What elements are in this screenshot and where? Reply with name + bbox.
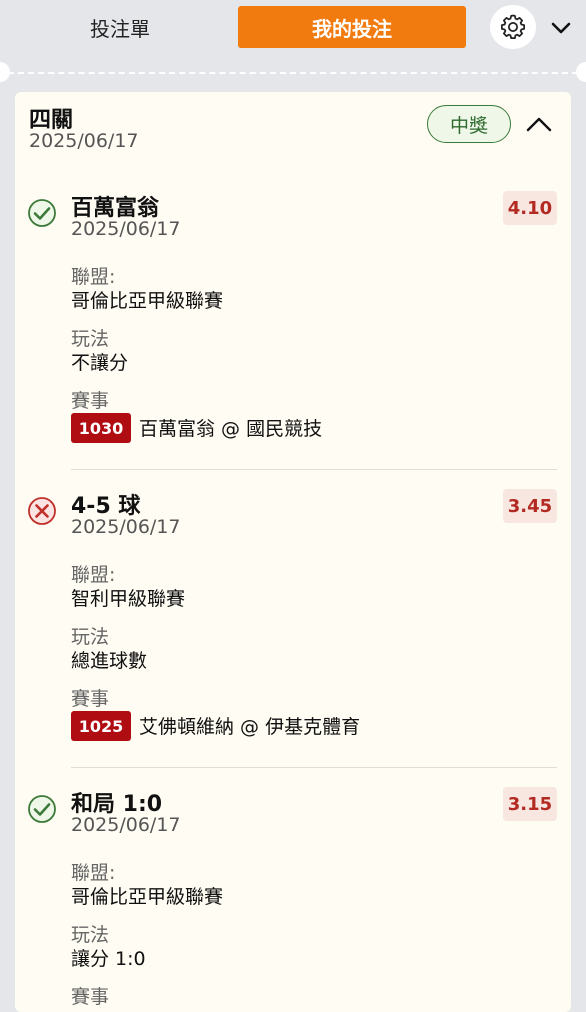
settings-button[interactable]: [490, 5, 536, 49]
check-circle-icon: [28, 199, 56, 227]
bet-leg: 4-5 球 2025/06/17 3.45 聯盟: 智利甲級聯賽 玩法 總進球數…: [15, 486, 571, 768]
leg-date: 2025/06/17: [71, 814, 181, 836]
status-badge: 中獎: [427, 105, 511, 143]
match-number-badge: 1030: [71, 413, 131, 443]
top-bar: 投注單 我的投注: [0, 0, 586, 56]
event-label: 賽事: [71, 688, 110, 710]
market-value: 不讓分: [71, 352, 129, 374]
bet-leg: 和局 1:0 2025/06/17 3.15 聯盟: 哥倫比亞甲級聯賽 玩法 讓…: [15, 784, 571, 1012]
bet-leg: 百萬富翁 2025/06/17 4.10 聯盟: 哥倫比亞甲級聯賽 玩法 不讓分…: [15, 188, 571, 470]
ticket-divider: [0, 62, 586, 82]
odds-badge: 3.45: [503, 489, 557, 523]
league-label: 聯盟:: [71, 266, 116, 288]
dashed-line: [8, 72, 578, 74]
match-name: 百萬富翁 @ 國民競技: [139, 418, 323, 440]
tab-my-bets[interactable]: 我的投注: [238, 6, 466, 48]
gear-icon: [501, 14, 525, 39]
market-value: 讓分 1:0: [71, 948, 146, 970]
tab-betslip[interactable]: 投注單: [30, 6, 210, 48]
check-circle-icon: [28, 795, 56, 823]
league-label: 聯盟:: [71, 862, 116, 884]
leg-separator: [71, 767, 557, 768]
divider-notch-right: [576, 62, 586, 82]
market-value: 總進球數: [71, 650, 148, 672]
event-label: 賽事: [71, 986, 110, 1008]
odds-badge: 4.10: [503, 191, 557, 225]
league-value: 哥倫比亞甲級聯賽: [71, 290, 224, 312]
bet-date: 2025/06/17: [29, 130, 139, 152]
market-label: 玩法: [71, 626, 110, 648]
event-label: 賽事: [71, 390, 110, 412]
leg-date: 2025/06/17: [71, 516, 181, 538]
league-value: 智利甲級聯賽: [71, 588, 186, 610]
match-number-badge: 1025: [71, 711, 131, 741]
chevron-down-icon: [551, 22, 571, 34]
chevron-up-icon: [526, 117, 552, 132]
match-name: 艾佛頓維納 @ 伊基克體育: [139, 716, 361, 738]
leg-separator: [71, 469, 557, 470]
x-circle-icon: [28, 497, 56, 525]
bet-card: 四關 2025/06/17 中獎 百萬富翁 2025/06/17 4.10 聯盟…: [15, 92, 571, 1012]
bet-card-header[interactable]: 四關 2025/06/17 中獎: [15, 92, 571, 162]
league-value: 哥倫比亞甲級聯賽: [71, 886, 224, 908]
dropdown-button[interactable]: [548, 16, 574, 40]
league-label: 聯盟:: [71, 564, 116, 586]
market-label: 玩法: [71, 328, 110, 350]
odds-badge: 3.15: [503, 787, 557, 821]
market-label: 玩法: [71, 924, 110, 946]
collapse-button[interactable]: [523, 109, 555, 139]
leg-date: 2025/06/17: [71, 218, 181, 240]
